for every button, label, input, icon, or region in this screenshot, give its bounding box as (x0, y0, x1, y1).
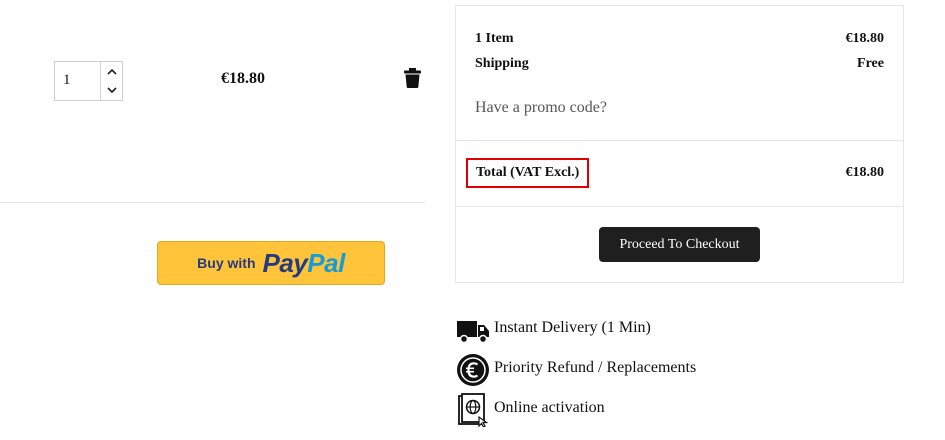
delivery-truck-icon (457, 321, 489, 344)
quantity-stepper[interactable]: 1 (54, 61, 123, 101)
items-subtotal: €18.80 (845, 31, 885, 46)
proceed-to-checkout-button[interactable]: Proceed To Checkout (599, 227, 760, 262)
feature-priority-refund: Priority Refund / Replacements (494, 359, 697, 376)
order-summary-card: 1 Item €18.80 Shipping Free Have a promo… (455, 5, 904, 283)
total-label: Total (VAT Excl.) (476, 165, 580, 180)
chevron-down-icon (107, 87, 117, 94)
paypal-logo-pay: Pay (262, 247, 308, 278)
quantity-increase-button[interactable] (101, 62, 123, 81)
feature-instant-delivery: Instant Delivery (1 Min) (494, 319, 651, 336)
shipping-value: Free (857, 56, 884, 71)
paypal-button[interactable]: Buy with Pay Pal (157, 241, 385, 285)
summary-divider-bottom (456, 206, 903, 207)
quantity-decrease-button[interactable] (101, 81, 123, 100)
online-activation-icon (458, 393, 489, 427)
trash-icon[interactable] (404, 68, 421, 88)
promo-code-link[interactable]: Have a promo code? (475, 99, 607, 117)
cart-divider (0, 202, 425, 203)
line-item-price: €18.80 (221, 70, 265, 87)
quantity-value[interactable]: 1 (63, 72, 71, 89)
total-value: €18.80 (845, 165, 885, 180)
euro-refund-icon (457, 354, 489, 386)
shipping-label: Shipping (475, 56, 529, 71)
feature-online-activation: Online activation (494, 399, 605, 416)
items-count-label: 1 Item (475, 31, 514, 46)
chevron-up-icon (107, 68, 117, 75)
summary-divider-top (456, 140, 903, 141)
paypal-logo-pal: Pal (307, 247, 345, 278)
paypal-buy-with-text: Buy with (197, 255, 256, 271)
